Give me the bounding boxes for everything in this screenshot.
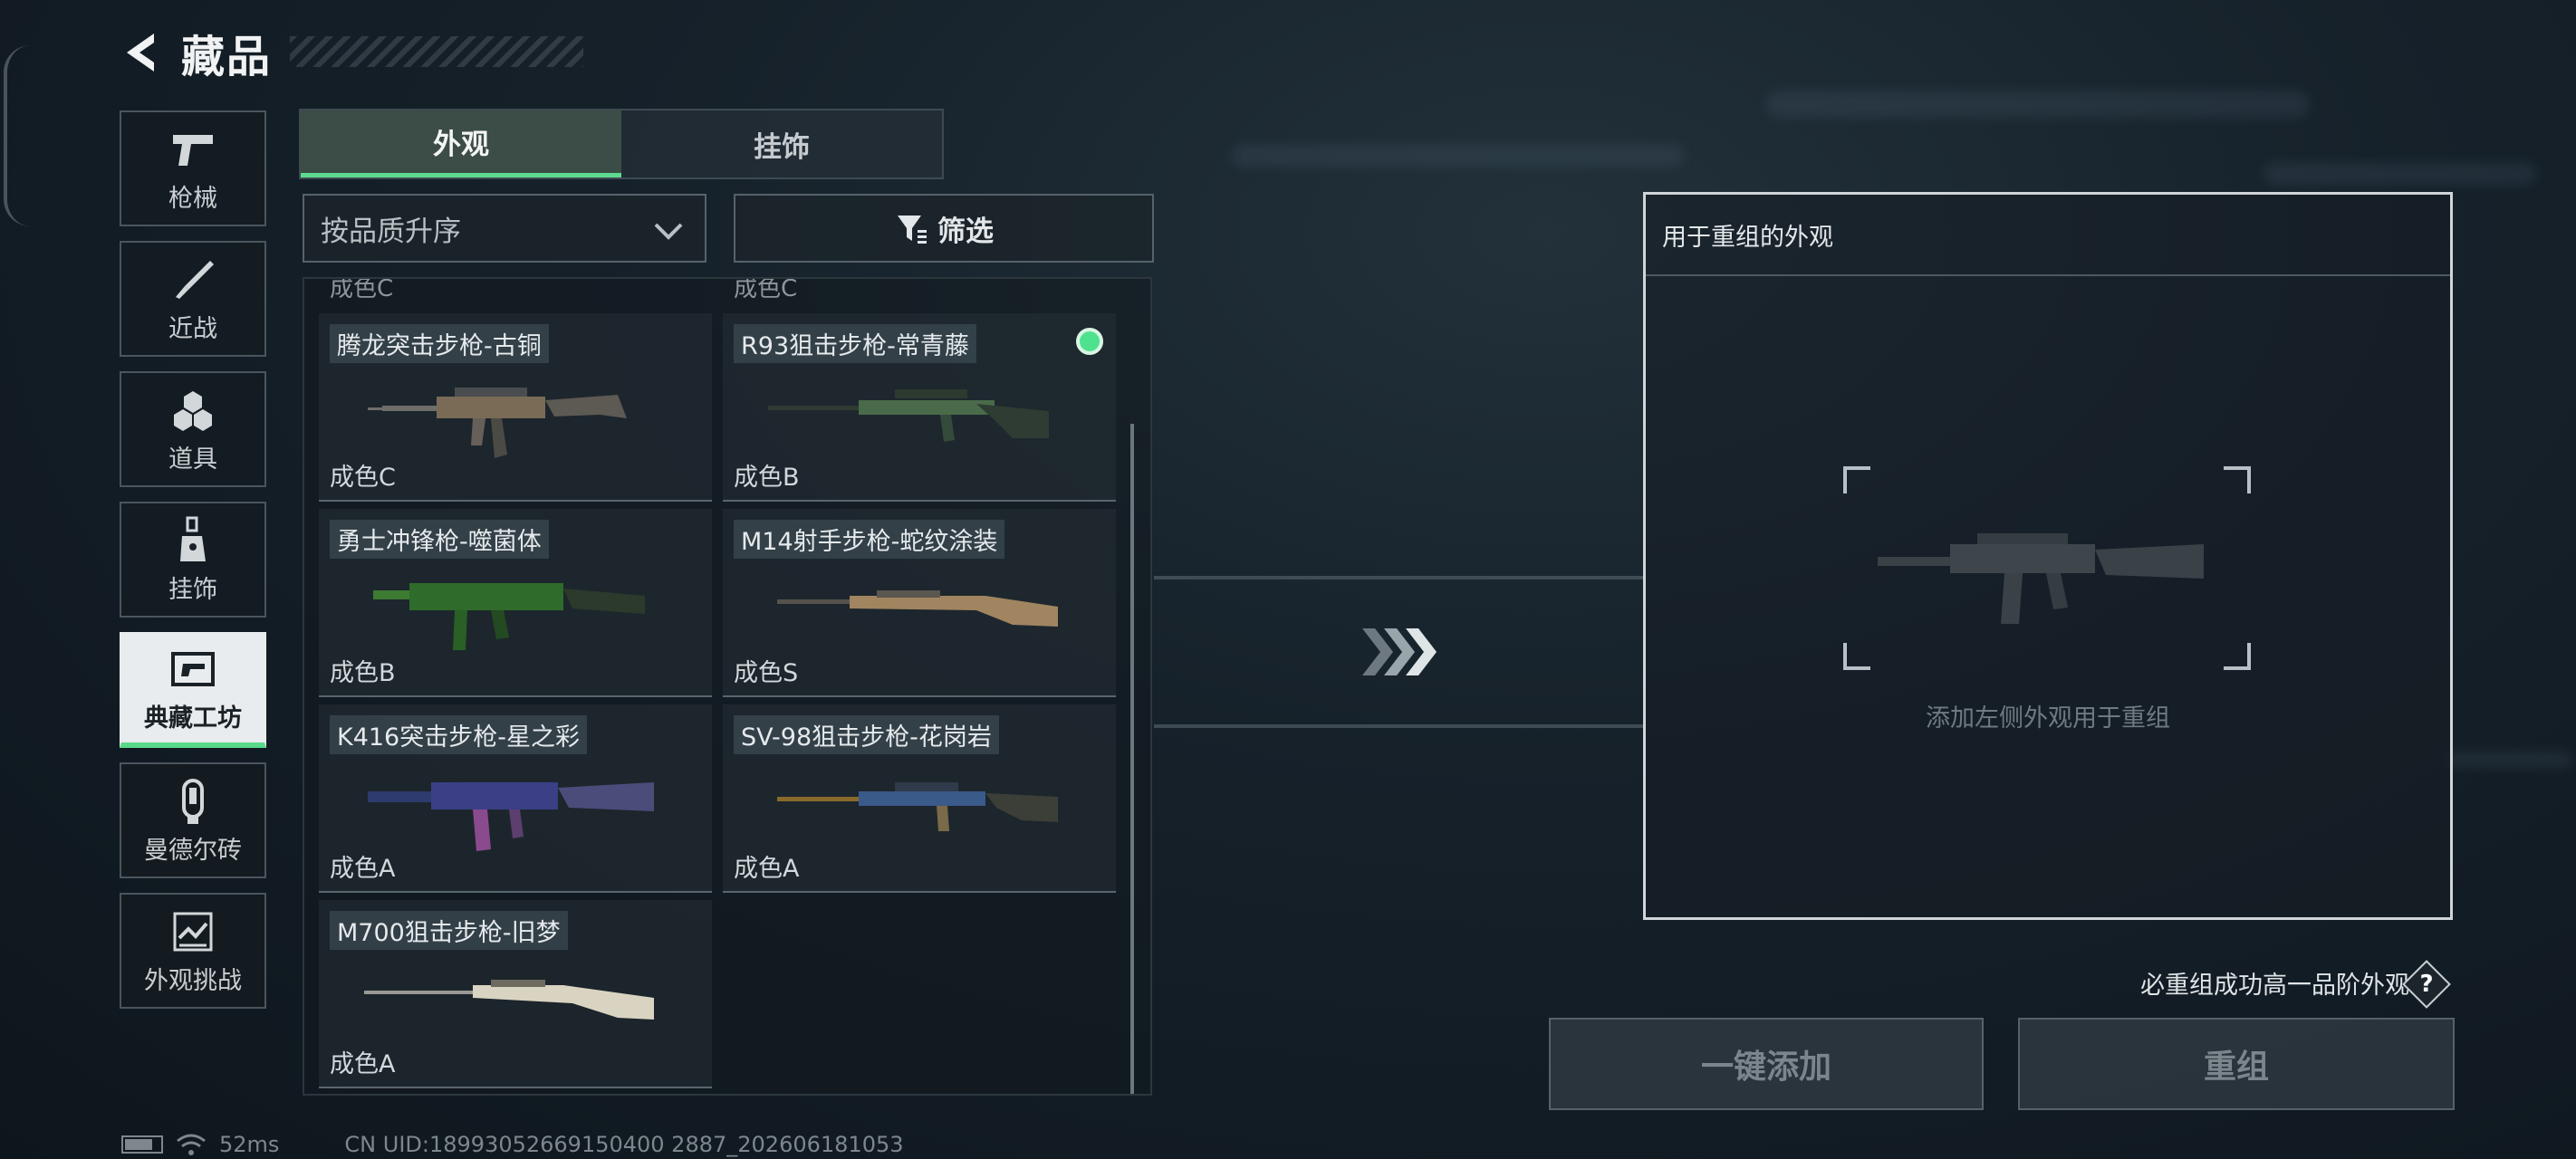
charm-icon — [168, 515, 218, 566]
sidebar-item-label: 曼德尔砖 — [144, 836, 242, 865]
smg-image — [373, 583, 645, 650]
scrollbar[interactable] — [1130, 424, 1134, 1094]
slot-corner — [2224, 643, 2251, 670]
background-streak — [1232, 145, 1685, 167]
background-streak — [2264, 163, 2536, 185]
skin-card[interactable]: 腾龙突击步枪-古铜 成色C — [319, 313, 712, 502]
sort-label: 按品质升序 — [321, 215, 461, 248]
sidebar-item-charms[interactable]: 挂饰 — [120, 502, 266, 618]
panel-title: 用于重组的外观 — [1646, 195, 2450, 276]
uid-text: CN UID:18993052669150400 2887_2026061810… — [344, 1132, 904, 1157]
slot-corner — [1843, 466, 1870, 493]
title-decoration — [290, 36, 583, 67]
tab-appearance[interactable]: 外观 — [301, 110, 621, 177]
filter-funnel-icon — [898, 216, 927, 244]
recompose-panel: 用于重组的外观 添加左侧外观用于重组 — [1643, 192, 2453, 920]
back-arrow-icon[interactable] — [121, 30, 161, 75]
sniper-rifle-image — [364, 980, 654, 1020]
slot-hint: 添加左侧外观用于重组 — [1926, 704, 2170, 733]
slot-corner — [1843, 643, 1870, 670]
status-bar: 52ms CN UID:18993052669150400 2887_20260… — [121, 1130, 904, 1159]
filter-label: 筛选 — [937, 215, 994, 248]
knife-icon — [168, 254, 218, 305]
chevrons-right-icon — [1362, 628, 1437, 675]
skin-card[interactable]: R93狙击步枪-常青藤 成色B — [723, 313, 1116, 502]
skin-grade: 成色C — [330, 464, 396, 492]
sniper-rifle-image — [777, 782, 1058, 831]
sidebar-item-label: 枪械 — [168, 184, 217, 213]
skin-card[interactable]: K416突击步枪-星之彩 成色A — [319, 704, 712, 893]
skin-grade: 成色S — [734, 659, 799, 687]
slot-corner — [2224, 466, 2251, 493]
skin-name: M14射手步枪-蛇纹涂装 — [734, 520, 1005, 559]
assault-rifle-image — [368, 388, 627, 458]
skin-card[interactable]: SV-98狙击步枪-花岗岩 成色A — [723, 704, 1116, 893]
skin-card[interactable]: 勇士冲锋枪-噬菌体 成色B — [319, 509, 712, 697]
skin-grade: 成色B — [330, 659, 396, 687]
sidebar-item-label: 道具 — [168, 445, 217, 474]
skin-name: K416突击步枪-星之彩 — [330, 715, 587, 754]
challenge-icon — [168, 906, 218, 957]
sort-dropdown[interactable]: 按品质升序 — [303, 194, 706, 263]
pistol-icon — [168, 124, 218, 175]
mandel-brick-icon — [168, 776, 218, 827]
sniper-rifle-image — [768, 389, 1049, 442]
skin-name: 勇士冲锋枪-噬菌体 — [330, 520, 549, 559]
help-icon: ? — [2419, 971, 2434, 998]
placeholder-rifle-icon — [1878, 533, 2204, 624]
sidebar-item-label: 外观挑战 — [144, 966, 242, 995]
ping-text: 52ms — [219, 1132, 280, 1157]
tab-charms[interactable]: 挂饰 — [621, 110, 942, 177]
skin-grade: 成色A — [330, 1050, 396, 1078]
workshop-icon — [168, 644, 218, 694]
skin-name: R93狙击步枪-常青藤 — [734, 324, 976, 363]
skin-name: SV-98狙击步枪-花岗岩 — [734, 715, 999, 754]
skin-grid: 成色C 成色C 腾龙突击步枪-古铜 成色C R93狙击步枪-常青藤 成色B 勇士… — [303, 277, 1152, 1096]
marksman-rifle-image — [777, 590, 1058, 627]
tab-bar: 外观 挂饰 — [299, 109, 944, 179]
sidebar-item-firearms[interactable]: 枪械 — [120, 110, 266, 226]
grenades-icon — [168, 385, 218, 436]
sidebar-item-label: 挂饰 — [168, 575, 217, 604]
recompose-button[interactable]: 重组 — [2018, 1018, 2455, 1110]
sidebar-item-appearance-challenge[interactable]: 外观挑战 — [120, 893, 266, 1009]
skin-name: M700狙击步枪-旧梦 — [330, 911, 568, 950]
add-all-label: 一键添加 — [1700, 1049, 1831, 1086]
skin-card[interactable]: M14射手步枪-蛇纹涂装 成色S — [723, 509, 1116, 697]
skin-grade: 成色A — [330, 855, 396, 883]
recompose-label: 重组 — [2203, 1049, 2269, 1086]
skin-grade: 成色A — [734, 855, 800, 883]
add-all-button[interactable]: 一键添加 — [1549, 1018, 1984, 1110]
skin-name: 腾龙突击步枪-古铜 — [330, 324, 549, 363]
background-streak — [1766, 91, 2310, 118]
filter-button[interactable]: 筛选 — [734, 194, 1154, 263]
sidebar-item-items[interactable]: 道具 — [120, 371, 266, 487]
page-title: 藏品 — [181, 32, 273, 82]
connector-line — [1154, 576, 1643, 580]
sidebar-item-label: 典藏工坊 — [144, 704, 242, 733]
skin-grade: 成色B — [734, 464, 800, 492]
sidebar-item-mandel-brick[interactable]: 曼德尔砖 — [120, 762, 266, 878]
battery-icon — [121, 1135, 163, 1154]
selected-indicator — [1076, 328, 1103, 355]
connector-line — [1154, 724, 1643, 728]
background-streak — [2446, 752, 2572, 768]
frame-arc — [4, 45, 31, 226]
partial-grade-label: 成色C — [330, 277, 394, 302]
skin-card[interactable]: M700狙击步枪-旧梦 成色A — [319, 900, 712, 1088]
assault-rifle-image — [368, 782, 654, 851]
help-button[interactable]: ? — [2402, 960, 2451, 1009]
partial-grade-label: 成色C — [734, 277, 798, 302]
guarantee-text: 必重组成功高一品阶外观 — [2140, 972, 2409, 1000]
sidebar-item-workshop[interactable]: 典藏工坊 — [120, 632, 266, 748]
screen: 藏品 枪械 近战 道具 挂饰 典藏工坊 曼德尔砖 外观挑战 外观 挂饰 按品质升… — [0, 0, 2576, 1159]
sidebar-item-melee[interactable]: 近战 — [120, 241, 266, 357]
page-header: 藏品 — [121, 25, 272, 82]
sidebar-item-label: 近战 — [168, 314, 217, 343]
wifi-icon — [177, 1134, 206, 1155]
chevron-down-icon — [654, 223, 683, 240]
